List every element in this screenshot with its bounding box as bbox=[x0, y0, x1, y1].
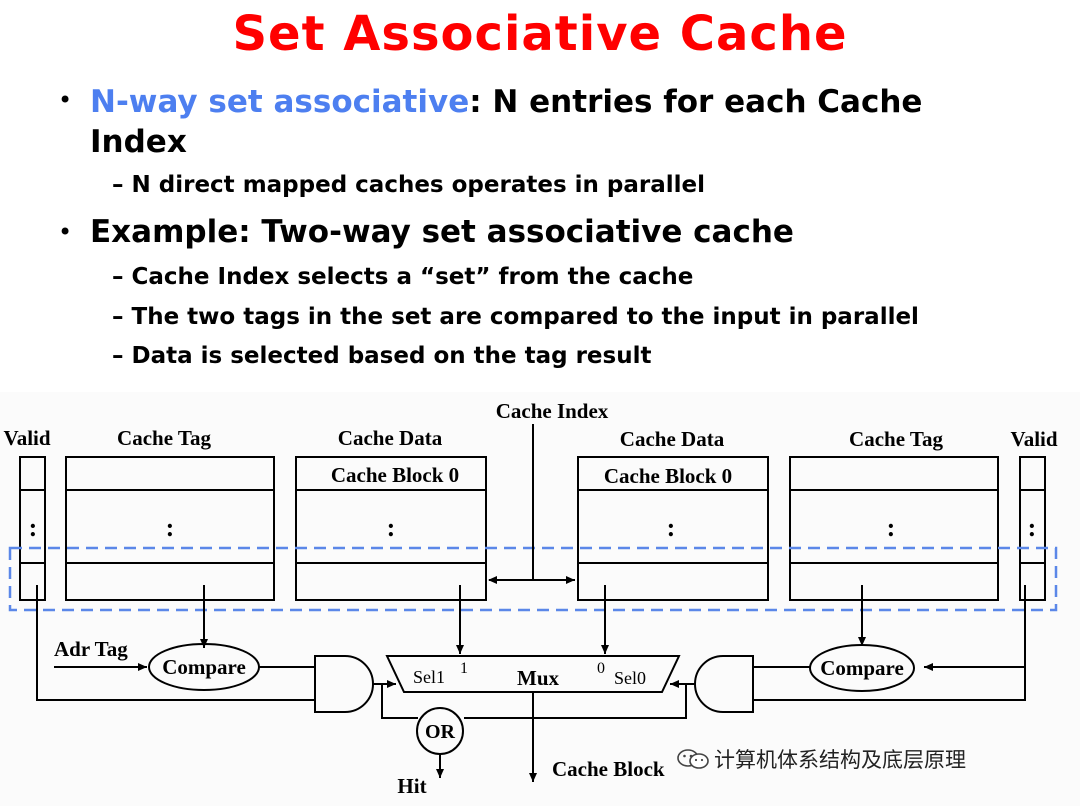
cache-index-label: Cache Index bbox=[496, 399, 609, 423]
compare-left-label: Compare bbox=[162, 655, 246, 679]
ellipsis: : bbox=[1028, 513, 1037, 542]
ellipsis: : bbox=[29, 513, 38, 542]
wechat-icon bbox=[677, 749, 709, 769]
mux-label: Mux bbox=[517, 666, 560, 690]
left-block-label: Cache Block 0 bbox=[331, 463, 459, 487]
right-data-label: Cache Data bbox=[620, 427, 725, 451]
sel0-label: Sel0 bbox=[614, 668, 646, 688]
and-gate-right bbox=[694, 655, 754, 713]
sel1-label: Sel1 bbox=[413, 667, 445, 687]
and-gate-left bbox=[314, 655, 374, 713]
right-valid-label: Valid bbox=[1010, 427, 1057, 451]
hit-label: Hit bbox=[397, 774, 426, 798]
right-tag-label: Cache Tag bbox=[849, 427, 943, 451]
ellipsis: : bbox=[166, 513, 175, 542]
left-tag-label: Cache Tag bbox=[117, 426, 211, 450]
left-valid-label: Valid bbox=[3, 426, 50, 450]
left-data-label: Cache Data bbox=[338, 426, 443, 450]
watermark: 计算机体系结构及底层原理 bbox=[714, 748, 966, 772]
adr-tag-label: Adr Tag bbox=[54, 637, 128, 661]
ellipsis: : bbox=[387, 513, 396, 542]
cache-block-out-label: Cache Block bbox=[552, 757, 665, 781]
right-block-label: Cache Block 0 bbox=[604, 464, 732, 488]
cache-diagram: Cache Index Valid Cache Tag Cache Data C… bbox=[3, 399, 1057, 798]
or-label: OR bbox=[425, 721, 456, 743]
ellipsis: : bbox=[887, 513, 896, 542]
ellipsis: : bbox=[667, 513, 676, 542]
sel0-num: 0 bbox=[597, 660, 605, 677]
sel1-num: 1 bbox=[460, 660, 468, 677]
compare-right-label: Compare bbox=[820, 656, 904, 680]
